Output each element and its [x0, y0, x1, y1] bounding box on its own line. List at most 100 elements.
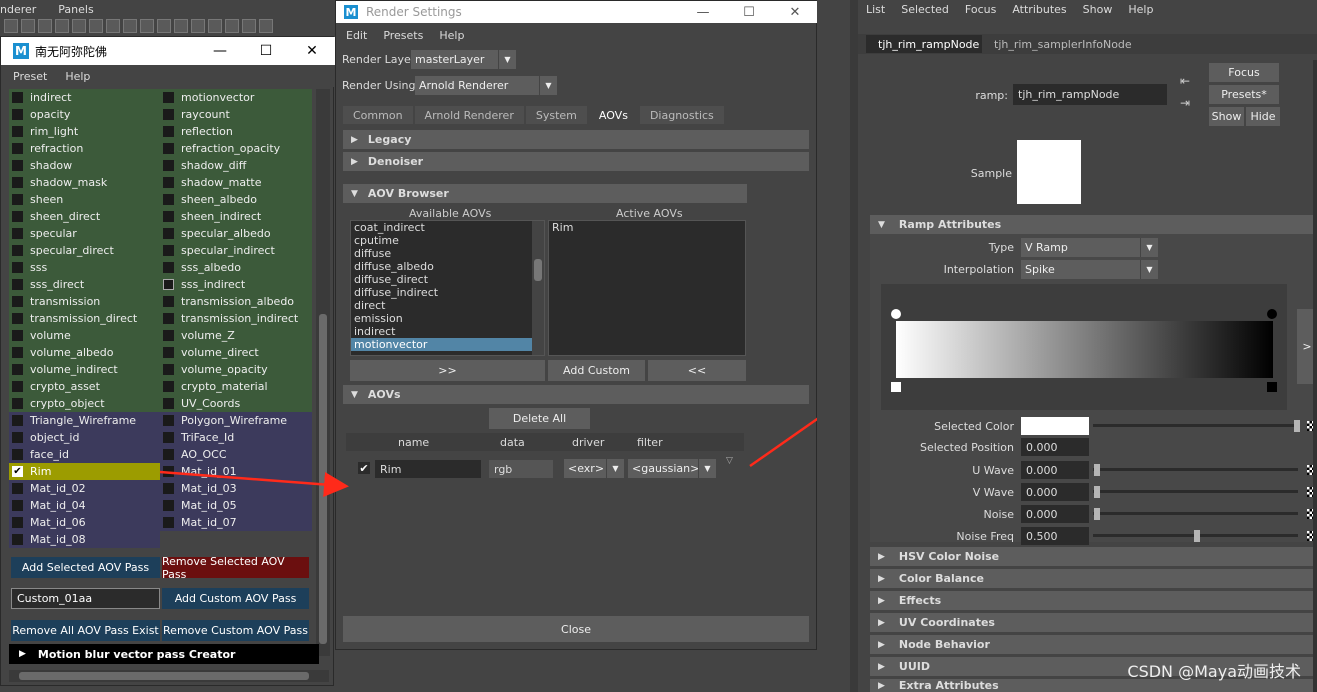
aov-checkbox-row[interactable]: Mat_id_06 [12, 514, 86, 531]
list-scrollbar[interactable] [532, 221, 544, 355]
selected-color-swatch[interactable] [1021, 417, 1089, 435]
aov-checkbox-row[interactable]: shadow_matte [163, 174, 262, 191]
aov-checkbox[interactable] [163, 432, 174, 443]
available-aov-item[interactable]: motionvector [351, 338, 544, 351]
aov-checkbox-row[interactable]: volume_indirect [12, 361, 118, 378]
attr-value-field[interactable]: 0.000 [1021, 461, 1089, 479]
aov-checkbox-row[interactable]: specular [12, 225, 77, 242]
aov-checkbox-row[interactable]: sheen_direct [12, 208, 100, 225]
aov-checkbox-row[interactable]: Triangle_Wireframe [12, 412, 136, 429]
aov-enabled-checkbox[interactable]: ✔ [358, 462, 370, 475]
menu-show[interactable]: Show [1083, 3, 1113, 16]
collapsed-section[interactable]: ▶ HSV Color Noise [870, 547, 1317, 566]
shelf-icon[interactable] [4, 19, 18, 33]
aov-checkbox-row[interactable]: specular_direct [12, 242, 114, 259]
render-using-dropdown[interactable]: Arnold Renderer ▼ [415, 76, 557, 95]
available-aov-item[interactable]: cputime [351, 234, 544, 247]
aov-checkbox-row[interactable]: sheen [12, 191, 63, 208]
aov-checkbox-row[interactable]: shadow_diff [163, 157, 246, 174]
attr-slider-knob[interactable] [1094, 464, 1100, 476]
tab-ramp-node[interactable]: tjh_rim_rampNode [866, 35, 992, 53]
aov-checkbox-row[interactable]: refraction [12, 140, 83, 157]
tab-sampler-info-node[interactable]: tjh_rim_samplerInfoNode [982, 35, 1144, 53]
tab-system[interactable]: System [525, 106, 587, 124]
aov-checkbox-row[interactable]: Mat_id_02 [12, 480, 86, 497]
active-aovs-list[interactable]: Rim [548, 220, 746, 356]
add-selected-aov-button[interactable]: Add Selected AOV Pass [11, 557, 160, 578]
aov-checkbox[interactable] [163, 415, 174, 426]
aov-checkbox[interactable] [12, 347, 23, 358]
shelf-icon[interactable] [191, 19, 205, 33]
ramp-attributes-section[interactable]: ▼ Ramp Attributes [870, 215, 1317, 234]
aov-driver-dropdown[interactable]: <exr> ▼ [564, 459, 624, 478]
aov-checkbox[interactable] [163, 194, 174, 205]
available-aov-item[interactable]: emission [351, 312, 544, 325]
shelf-icon[interactable] [123, 19, 137, 33]
aov-filter-dropdown[interactable]: <gaussian> ▼ [628, 459, 716, 478]
available-aov-item[interactable]: direct [351, 299, 544, 312]
aov-checkbox-row[interactable]: raycount [163, 106, 230, 123]
aov-checkbox-row[interactable]: TriFace_Id [163, 429, 234, 446]
aov-browser-section[interactable]: ▼ AOV Browser [343, 184, 747, 203]
aov-checkbox[interactable] [163, 330, 174, 341]
aov-checkbox[interactable] [163, 126, 174, 137]
aov-checkbox[interactable] [163, 517, 174, 528]
aov-checkbox-row[interactable]: transmission [12, 293, 100, 310]
available-aov-item[interactable]: indirect [351, 325, 544, 338]
menu-help[interactable]: Help [65, 70, 90, 83]
minimize-icon[interactable]: — [197, 37, 243, 65]
menu-selected[interactable]: Selected [901, 3, 949, 16]
aov-checkbox[interactable] [163, 381, 174, 392]
aov-checkbox-row[interactable]: transmission_albedo [163, 293, 294, 310]
remove-all-aov-button[interactable]: Remove All AOV Pass Exist [11, 620, 160, 641]
remove-selected-aov-button[interactable]: Remove Selected AOV Pass [162, 555, 309, 581]
aov-data-field[interactable]: rgb [489, 460, 553, 478]
aov-checkbox-row[interactable]: reflection [163, 123, 233, 140]
attr-value-field[interactable]: 0.000 [1021, 438, 1089, 456]
aov-checkbox-row[interactable]: sss_indirect [163, 276, 245, 293]
shelf-icon[interactable] [140, 19, 154, 33]
presets-button[interactable]: Presets* [1209, 85, 1279, 104]
aov-checkbox[interactable] [12, 483, 23, 494]
aov-checkbox-row[interactable]: volume_Z [163, 327, 235, 344]
active-aov-item[interactable]: Rim [549, 221, 745, 234]
aov-checkbox[interactable] [12, 160, 23, 171]
aov-checkbox-row[interactable]: specular_albedo [163, 225, 271, 242]
shelf-icon[interactable] [72, 19, 86, 33]
menu-focus[interactable]: Focus [965, 3, 996, 16]
aov-checkbox-row[interactable]: crypto_object [12, 395, 105, 412]
attribute-editor-scrollbar[interactable] [1313, 60, 1317, 692]
aov-checkbox-row[interactable]: sss [12, 259, 47, 276]
menu-list[interactable]: List [866, 3, 885, 16]
shelf-icon[interactable] [259, 19, 273, 33]
horizontal-scrollbar[interactable] [9, 670, 329, 682]
aov-checkbox-row[interactable]: refraction_opacity [163, 140, 280, 157]
aov-checkbox-row[interactable]: Mat_id_01 [163, 463, 237, 480]
aov-checkbox[interactable] [163, 313, 174, 324]
aov-checkbox[interactable] [163, 245, 174, 256]
shelf-icon[interactable] [242, 19, 256, 33]
aov-checkbox[interactable] [12, 313, 23, 324]
aov-checkbox[interactable] [163, 92, 174, 103]
maximize-icon[interactable]: ☐ [243, 37, 289, 65]
aov-checkbox[interactable] [163, 500, 174, 511]
collapsed-section[interactable]: ▶ UV Coordinates [870, 613, 1317, 632]
menu-edit[interactable]: Edit [346, 29, 367, 42]
available-aov-item[interactable]: diffuse_indirect [351, 286, 544, 299]
add-custom-aov-button[interactable]: Add Custom AOV Pass [162, 588, 309, 609]
render-layer-dropdown[interactable]: masterLayer ▼ [411, 50, 516, 69]
aov-checkbox-row[interactable]: crypto_asset [12, 378, 100, 395]
focus-button[interactable]: Focus [1209, 63, 1279, 82]
aov-checkbox[interactable] [163, 449, 174, 460]
shelf-icon[interactable] [225, 19, 239, 33]
aov-checkbox[interactable] [163, 279, 174, 290]
available-aovs-list[interactable]: coat_indirect cputime diffuse diffuse_albed… [350, 220, 545, 356]
shelf-icon[interactable] [208, 19, 222, 33]
tab-diagnostics[interactable]: Diagnostics [639, 106, 724, 124]
scrollbar-thumb[interactable] [319, 314, 327, 644]
delete-all-button[interactable]: Delete All [489, 408, 590, 429]
close-icon[interactable]: ✕ [772, 1, 818, 23]
aov-scrollbar[interactable] [316, 89, 330, 656]
aov-checkbox[interactable] [163, 177, 174, 188]
aov-checkbox-row[interactable]: motionvector [163, 89, 254, 106]
